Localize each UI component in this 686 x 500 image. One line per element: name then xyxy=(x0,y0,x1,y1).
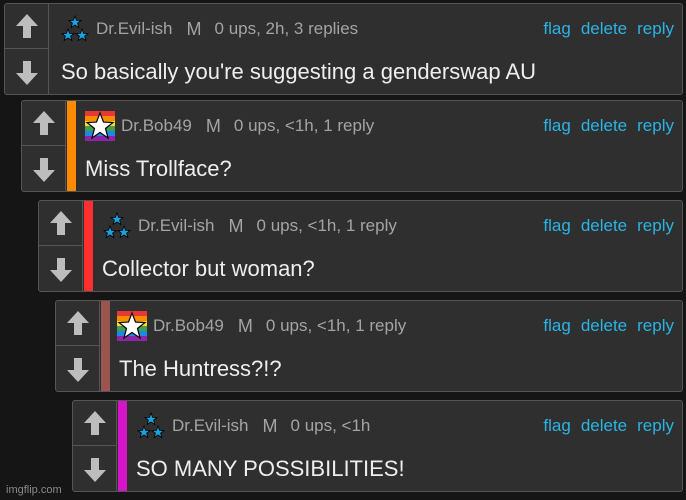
vote-column xyxy=(5,4,49,94)
rainbow-star-icon[interactable] xyxy=(117,311,147,341)
arrow-down-icon xyxy=(15,58,39,88)
comment-stats: 0 ups, <1h xyxy=(290,416,371,435)
comment-card: Dr.Evil-ish M 0 ups, 2h, 3 replies flag … xyxy=(4,3,683,95)
gender-label: M xyxy=(228,215,244,236)
username-link[interactable]: Dr.Bob49 xyxy=(121,116,192,136)
comment-actions: flag delete reply xyxy=(543,413,674,439)
reply-link[interactable]: reply xyxy=(637,416,674,436)
gender-label: M xyxy=(205,115,221,136)
flag-link[interactable]: flag xyxy=(543,316,570,336)
upvote-button[interactable] xyxy=(73,401,117,446)
reply-link[interactable]: reply xyxy=(637,19,674,39)
blue-stars-icon[interactable] xyxy=(60,14,90,44)
comment-meta: Dr.Bob49 M 0 ups, <1h, 1 reply xyxy=(117,313,406,339)
upvote-button[interactable] xyxy=(39,201,83,246)
comment-text: So basically you're suggesting a genders… xyxy=(61,59,537,84)
arrow-up-icon xyxy=(32,108,56,138)
arrow-up-icon xyxy=(49,208,73,238)
arrow-down-icon xyxy=(49,255,73,285)
delete-link[interactable]: delete xyxy=(581,416,627,436)
upvote-button[interactable] xyxy=(56,301,100,346)
arrow-up-icon xyxy=(66,308,90,338)
comment-text: Collector but woman? xyxy=(102,256,315,281)
comment-card: Dr.Evil-ish M 0 ups, <1h flag delete rep… xyxy=(72,400,683,492)
comment-text: The Huntress?!? xyxy=(119,356,282,381)
delete-link[interactable]: delete xyxy=(581,116,627,136)
comment-stats: 0 ups, 2h, 3 replies xyxy=(214,19,359,38)
comment-stats: 0 ups, <1h, 1 reply xyxy=(256,216,397,235)
thread-depth-stripe xyxy=(67,101,76,191)
downvote-button[interactable] xyxy=(22,147,66,192)
arrow-down-icon xyxy=(83,455,107,485)
vote-column xyxy=(22,101,66,191)
arrow-down-icon xyxy=(66,355,90,385)
comment-text: SO MANY POSSIBILITIES! xyxy=(136,456,405,481)
vote-column xyxy=(39,201,83,291)
flag-link[interactable]: flag xyxy=(543,116,570,136)
arrow-up-icon xyxy=(15,11,39,41)
thread-depth-stripe xyxy=(101,301,110,391)
gender-label: M xyxy=(262,415,278,436)
flag-link[interactable]: flag xyxy=(543,416,570,436)
downvote-button[interactable] xyxy=(56,347,100,392)
reply-link[interactable]: reply xyxy=(637,316,674,336)
comment-meta: Dr.Bob49 M 0 ups, <1h, 1 reply xyxy=(85,113,374,139)
imgflip-watermark: imgflip.com xyxy=(6,484,62,496)
delete-link[interactable]: delete xyxy=(581,316,627,336)
vote-column xyxy=(56,301,100,391)
reply-link[interactable]: reply xyxy=(637,116,674,136)
flag-link[interactable]: flag xyxy=(543,216,570,236)
blue-stars-icon[interactable] xyxy=(102,211,132,241)
upvote-button[interactable] xyxy=(5,4,49,49)
username-link[interactable]: Dr.Bob49 xyxy=(153,316,224,336)
arrow-down-icon xyxy=(32,155,56,185)
username-link[interactable]: Dr.Evil-ish xyxy=(138,216,215,236)
upvote-button[interactable] xyxy=(22,101,66,146)
blue-stars-icon[interactable] xyxy=(136,411,166,441)
downvote-button[interactable] xyxy=(39,247,83,292)
comment-text: Miss Trollface? xyxy=(85,156,232,181)
username-link[interactable]: Dr.Evil-ish xyxy=(96,19,173,39)
thread-depth-stripe xyxy=(84,201,93,291)
thread-depth-stripe xyxy=(118,401,127,491)
reply-link[interactable]: reply xyxy=(637,216,674,236)
comment-actions: flag delete reply xyxy=(543,16,674,42)
comment-card: Dr.Bob49 M 0 ups, <1h, 1 reply flag dele… xyxy=(55,300,683,392)
flag-link[interactable]: flag xyxy=(543,19,570,39)
comment-meta: Dr.Evil-ish M 0 ups, <1h xyxy=(136,413,370,439)
comment-actions: flag delete reply xyxy=(543,113,674,139)
vote-column xyxy=(73,401,117,491)
username-link[interactable]: Dr.Evil-ish xyxy=(172,416,249,436)
downvote-button[interactable] xyxy=(73,447,117,492)
gender-label: M xyxy=(237,315,253,336)
downvote-button[interactable] xyxy=(5,50,49,95)
comment-card: Dr.Bob49 M 0 ups, <1h, 1 reply flag dele… xyxy=(21,100,683,192)
delete-link[interactable]: delete xyxy=(581,216,627,236)
comment-stats: 0 ups, <1h, 1 reply xyxy=(265,316,407,335)
arrow-up-icon xyxy=(83,408,107,438)
rainbow-star-icon[interactable] xyxy=(85,111,115,141)
delete-link[interactable]: delete xyxy=(581,19,627,39)
comment-meta: Dr.Evil-ish M 0 ups, 2h, 3 replies xyxy=(60,16,358,42)
comment-meta: Dr.Evil-ish M 0 ups, <1h, 1 reply xyxy=(102,213,397,239)
gender-label: M xyxy=(186,18,202,39)
comment-stats: 0 ups, <1h, 1 reply xyxy=(233,116,375,135)
comment-actions: flag delete reply xyxy=(543,213,674,239)
comment-actions: flag delete reply xyxy=(543,313,674,339)
comment-card: Dr.Evil-ish M 0 ups, <1h, 1 reply flag d… xyxy=(38,200,683,292)
